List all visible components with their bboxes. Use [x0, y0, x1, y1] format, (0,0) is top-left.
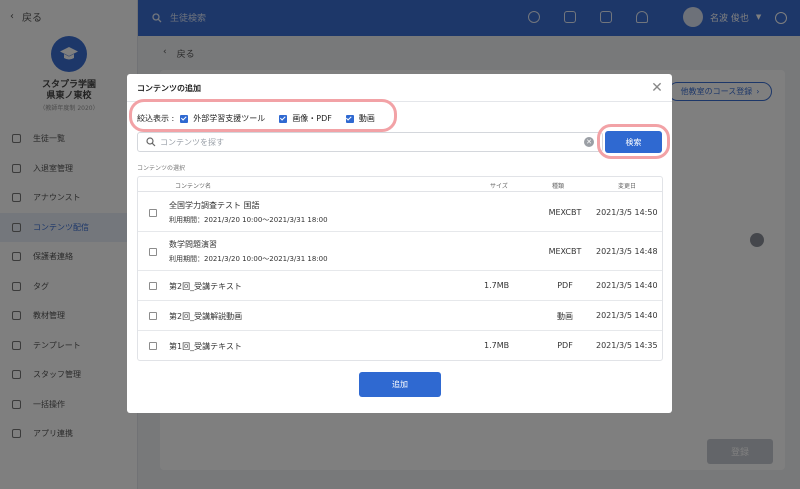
- add-button[interactable]: 追加: [359, 372, 441, 397]
- filter-image-pdf[interactable]: 画像・PDF: [279, 113, 332, 124]
- content-size: 1.7MB: [484, 281, 510, 290]
- search-button[interactable]: 検索: [605, 131, 662, 153]
- search-button-label: 検索: [625, 137, 642, 147]
- table-row[interactable]: 全国学力調査テスト 国語利用期間：2021/3/20 10:00〜2021/3/…: [138, 193, 662, 232]
- search-icon: [146, 137, 156, 147]
- content-type: PDF: [557, 341, 573, 350]
- row-checkbox[interactable]: [149, 209, 157, 217]
- modal-title: コンテンツの追加: [137, 84, 201, 93]
- table-row[interactable]: 数学問題演習利用期間：2021/3/20 10:00〜2021/3/31 18:…: [138, 232, 662, 271]
- add-content-modal: コンテンツの追加 ✕ 絞込表示 : 外部学習支援ツール 画像・PDF 動画 ✕ …: [127, 74, 672, 413]
- checkbox-icon[interactable]: [180, 114, 189, 123]
- content-type: MEXCBT: [548, 208, 582, 217]
- content-name: 数学問題演習: [169, 240, 217, 249]
- row-checkbox[interactable]: [149, 248, 157, 256]
- filter-external-tools[interactable]: 外部学習支援ツール: [180, 113, 265, 124]
- content-date: 2021/3/5 14:48: [596, 247, 658, 256]
- section-label: コンテンツの選択: [137, 165, 186, 172]
- content-search-input[interactable]: [160, 135, 570, 150]
- table-row[interactable]: 第1回_受講テキスト 1.7MB PDF 2021/3/5 14:35: [138, 331, 662, 360]
- row-checkbox[interactable]: [149, 312, 157, 320]
- column-header-type: 種類: [552, 183, 565, 190]
- filter-label: 絞込表示 :: [137, 114, 175, 123]
- content-table: コンテンツ名 サイズ 種類 変更日 全国学力調査テスト 国語利用期間：2021/…: [137, 176, 663, 361]
- filter-option-label: 画像・PDF: [292, 114, 332, 123]
- content-name: 第2回_受講解説動画: [169, 312, 243, 321]
- content-date: 2021/3/5 14:50: [596, 208, 658, 217]
- row-checkbox[interactable]: [149, 282, 157, 290]
- column-header-name: コンテンツ名: [175, 183, 212, 190]
- checkbox-icon[interactable]: [279, 114, 288, 123]
- modal-header: コンテンツの追加 ✕: [127, 74, 672, 102]
- content-date: 2021/3/5 14:40: [596, 281, 658, 290]
- content-type: 動画: [557, 312, 573, 321]
- filter-row: 絞込表示 : 外部学習支援ツール 画像・PDF 動画: [137, 113, 389, 124]
- table-row[interactable]: 第2回_受講テキスト 1.7MB PDF 2021/3/5 14:40: [138, 271, 662, 301]
- filter-option-label: 動画: [358, 114, 375, 123]
- column-header-size: サイズ: [490, 183, 508, 190]
- table-header: コンテンツ名 サイズ 種類 変更日: [138, 177, 662, 192]
- content-type: MEXCBT: [548, 247, 582, 256]
- content-date: 2021/3/5 14:40: [596, 311, 658, 320]
- content-period: 利用期間：2021/3/20 10:00〜2021/3/31 18:00: [169, 255, 328, 263]
- row-checkbox[interactable]: [149, 342, 157, 350]
- filter-option-label: 外部学習支援ツール: [193, 114, 266, 123]
- clear-icon[interactable]: ✕: [584, 137, 594, 147]
- checkbox-icon[interactable]: [345, 114, 354, 123]
- content-size: 1.7MB: [484, 341, 510, 350]
- table-row[interactable]: 第2回_受講解説動画 動画 2021/3/5 14:40: [138, 301, 662, 331]
- content-name: 第2回_受講テキスト: [169, 282, 242, 291]
- close-icon[interactable]: ✕: [649, 80, 665, 96]
- column-header-date: 変更日: [618, 183, 637, 190]
- content-name: 第1回_受講テキスト: [169, 342, 242, 351]
- content-type: PDF: [557, 281, 573, 290]
- content-period: 利用期間：2021/3/20 10:00〜2021/3/31 18:00: [169, 216, 328, 224]
- content-name: 全国学力調査テスト 国語: [169, 201, 260, 210]
- add-button-label: 追加: [392, 380, 408, 389]
- filter-video[interactable]: 動画: [345, 113, 375, 124]
- content-date: 2021/3/5 14:35: [596, 341, 658, 350]
- content-search-box: ✕: [137, 132, 603, 152]
